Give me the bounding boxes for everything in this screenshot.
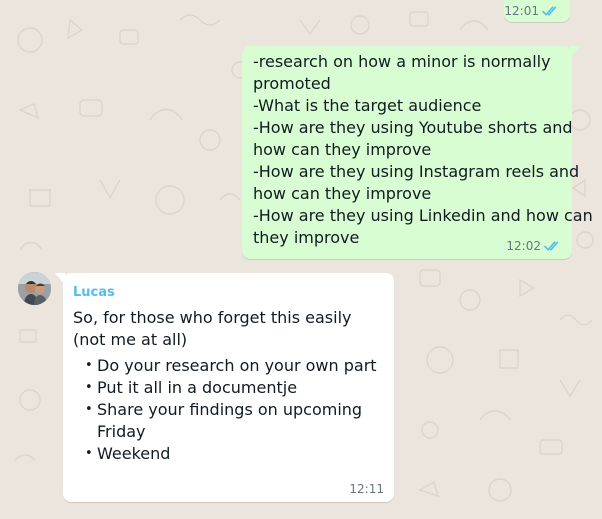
message-meta: 12:02 [506, 239, 562, 253]
message-line: how can they improve [253, 184, 432, 203]
list-item: Put it all in a documentje [85, 377, 385, 399]
list-item: Weekend [85, 443, 385, 465]
outgoing-message-bubble[interactable]: 12:01 [504, 0, 570, 22]
message-line: -What is the target audience [253, 96, 482, 115]
list-item: Do your research on your own part [85, 355, 385, 377]
message-line: -research on how a minor is normally [253, 52, 551, 71]
bubble-tail [570, 46, 580, 58]
message-time: 12:11 [349, 482, 384, 496]
message-text: -research on how a minor is normally pro… [253, 51, 593, 249]
message-meta: 12:11 [349, 482, 384, 496]
message-text: So, for those who forget this easily (no… [73, 308, 352, 349]
avatar-photo [18, 272, 51, 305]
message-meta: 12:01 [504, 4, 560, 18]
message-time: 12:01 [504, 4, 539, 18]
bullet-list: Do your research on your own part Put it… [85, 355, 385, 465]
message-line: promoted [253, 74, 331, 93]
double-check-icon [544, 241, 559, 251]
bubble-tail [55, 273, 65, 285]
sender-avatar[interactable] [18, 272, 51, 305]
message-time: 12:02 [506, 239, 541, 253]
incoming-message-bubble[interactable]: Lucas So, for those who forget this easi… [55, 273, 394, 502]
sender-name[interactable]: Lucas [73, 285, 115, 301]
message-line: -How are they using Instagram reels and [253, 162, 580, 181]
list-item: Share your findings on upcoming Friday [85, 399, 385, 443]
message-line: how can they improve [253, 140, 432, 159]
outgoing-message-bubble[interactable]: -research on how a minor is normally pro… [242, 46, 593, 259]
message-line: -How are they using Youtube shorts and [253, 118, 573, 137]
double-check-icon [542, 6, 557, 16]
message-line: -How are they using Linkedin and how can [253, 206, 593, 225]
